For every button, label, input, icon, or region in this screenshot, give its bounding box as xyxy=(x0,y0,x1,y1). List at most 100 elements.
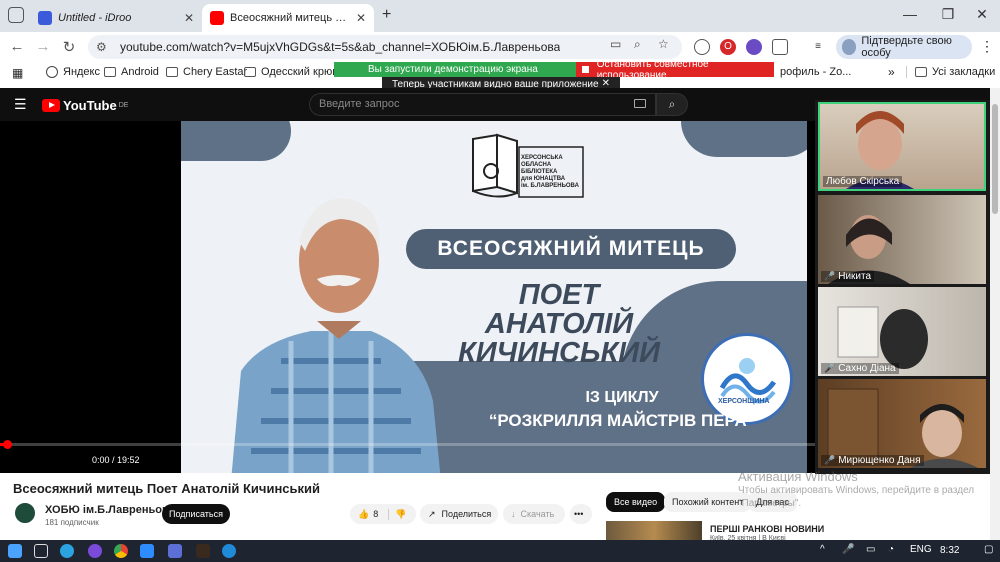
telegram-icon[interactable] xyxy=(60,544,74,558)
participant-name-text: Любов Скірська xyxy=(826,176,900,187)
start-icon[interactable] xyxy=(8,544,22,558)
progress-bar[interactable] xyxy=(0,443,815,446)
muted-mic-icon: 🎤 xyxy=(824,271,836,281)
tray-chevron-icon[interactable]: ^ xyxy=(820,544,825,555)
participant-tile[interactable]: 🎤 Мирющенко Даня xyxy=(818,379,986,468)
recommended-title: ПЕРШІ РАНКОВІ НОВИНИ xyxy=(710,524,825,534)
apps-grid-icon[interactable]: ▦ xyxy=(12,66,23,80)
close-tab-icon[interactable]: ✕ xyxy=(356,11,366,25)
reload-icon[interactable]: ↻ xyxy=(60,38,78,56)
new-tab-button[interactable]: + xyxy=(382,6,391,24)
download-icon: ↓ xyxy=(511,509,516,519)
media-queue-icon[interactable]: ≡ xyxy=(810,39,826,55)
bookmark-label: Android xyxy=(121,66,159,78)
poet-photo xyxy=(231,198,441,473)
extensions-puzzle-icon[interactable] xyxy=(772,39,788,55)
subscribe-button[interactable]: Подписаться xyxy=(162,504,230,524)
folder-icon xyxy=(915,67,927,77)
microphone-icon[interactable]: 🎤 xyxy=(842,544,854,555)
tab-idroo[interactable]: Untitled - iDroo ✕ xyxy=(30,4,202,32)
site-info-icon[interactable]: ⚙ xyxy=(96,40,110,54)
video-thumbnail[interactable] xyxy=(606,521,702,540)
forward-icon[interactable]: → xyxy=(34,38,52,55)
globe-icon[interactable] xyxy=(694,39,710,55)
participant-name-text: Сахно Діана xyxy=(838,363,896,374)
zoom-icon[interactable]: ⌕ xyxy=(634,37,641,52)
app-icon[interactable] xyxy=(168,544,182,558)
more-actions-button[interactable]: ••• xyxy=(570,504,592,524)
stop-icon xyxy=(582,66,589,73)
sharing-status[interactable]: Вы запустили демонстрацию экрана xyxy=(334,62,576,77)
battery-icon[interactable]: ▭ xyxy=(866,544,875,555)
download-button[interactable]: ↓ Скачать xyxy=(503,504,565,524)
download-label: Скачать xyxy=(520,509,555,519)
decor-shape xyxy=(181,121,291,161)
network-icon[interactable]: ◔ xyxy=(888,544,894,555)
tab-search-icon[interactable] xyxy=(8,7,24,23)
bookmark-yandex[interactable]: Яндекс xyxy=(46,66,100,78)
like-dislike-group: 👍 8 👎 xyxy=(350,504,416,524)
logo-region: DE xyxy=(118,102,129,109)
close-window-button[interactable]: ✕ xyxy=(962,6,1000,23)
library-line: БІБЛІОТЕКА xyxy=(521,169,558,175)
notification-icon[interactable]: ▢ xyxy=(984,544,993,555)
minimize-button[interactable]: — xyxy=(890,6,930,22)
recommended-video[interactable]: ПЕРШІ РАНКОВІ НОВИНИ Київ, 25 квітня | В… xyxy=(606,521,986,542)
participant-tile[interactable]: 🎤 Никита xyxy=(818,195,986,284)
tab-strip: Untitled - iDroo ✕ Всеосяжний митець Пое… xyxy=(0,0,1000,32)
cast-icon[interactable]: ▭ xyxy=(610,37,621,51)
search-button[interactable]: ⌕ xyxy=(656,93,688,116)
edge-icon[interactable] xyxy=(222,544,236,558)
bookmark-star-icon[interactable]: ☆ xyxy=(658,37,669,51)
zoom-participants-panel: Любов Скірська 🎤 Никита 🎤 Сахно Діана 🎤 Мир… xyxy=(815,100,990,474)
stop-sharing-button[interactable]: Остановить совместное использование xyxy=(576,59,774,81)
app-icon[interactable] xyxy=(196,544,210,558)
all-bookmarks[interactable]: Усі закладки xyxy=(906,66,995,78)
extension-icon[interactable] xyxy=(746,39,762,55)
hamburger-menu-icon[interactable]: ☰ xyxy=(14,96,27,113)
language-indicator[interactable]: ENG xyxy=(910,544,932,555)
back-icon[interactable]: ← xyxy=(8,38,26,55)
zoom-app-icon[interactable] xyxy=(140,544,154,558)
scroll-thumb[interactable] xyxy=(992,104,998,214)
participant-tile[interactable]: 🎤 Сахно Діана xyxy=(818,287,986,376)
profile-button[interactable]: Підтвердьте свою особу xyxy=(836,35,972,59)
viber-icon[interactable] xyxy=(88,544,102,558)
chip-all-videos[interactable]: Все видео xyxy=(606,492,666,512)
tab-youtube[interactable]: Всеосяжний митець Поет Анатолій Кичинськ… xyxy=(202,4,374,32)
close-tab-icon[interactable]: ✕ xyxy=(184,11,194,25)
task-view-icon[interactable] xyxy=(34,544,48,558)
bookmark-android[interactable]: Android xyxy=(104,66,159,78)
like-icon[interactable]: 👍 xyxy=(358,509,369,520)
browser-menu-icon[interactable]: ⋮ xyxy=(980,38,994,55)
channel-avatar[interactable] xyxy=(13,501,37,525)
bookmark-crewing[interactable]: Одесский крюинг xyxy=(244,66,348,78)
video-player[interactable]: ХЕРСОНСЬКА ОБЛАСНА БІБЛІОТЕКА для ЮНАЦТВ… xyxy=(0,121,815,473)
share-icon: ↗ xyxy=(428,508,436,519)
library-line: ОБЛАСНА xyxy=(521,162,552,168)
folder-icon xyxy=(244,67,256,77)
bookmark-profile[interactable]: рофиль - Zo... xyxy=(780,66,851,78)
opera-icon[interactable]: O xyxy=(720,39,736,55)
participant-name: 🎤 Мирющенко Даня xyxy=(821,455,924,466)
bookmark-label: Усі закладки xyxy=(932,66,996,78)
progress-scrubber[interactable] xyxy=(3,440,12,449)
more-bookmarks-button[interactable]: » xyxy=(888,65,895,79)
library-line: для ЮНАЦТВА xyxy=(521,176,566,182)
chrome-icon[interactable] xyxy=(114,544,128,558)
youtube-logo[interactable]: YouTube DE xyxy=(42,98,128,113)
dislike-icon[interactable]: 👎 xyxy=(388,508,406,520)
tab-title: Untitled - iDroo xyxy=(58,12,132,24)
share-button[interactable]: ↗ Поделиться xyxy=(420,504,498,524)
search-input[interactable]: Введите запрос xyxy=(309,93,656,116)
participant-tile[interactable]: Любов Скірська xyxy=(818,102,986,191)
poet-line: АНАТОЛІЙ xyxy=(484,308,634,340)
address-bar[interactable]: ⚙ youtube.com/watch?v=M5ujxVhGDGs&t=5s&a… xyxy=(88,35,682,59)
video-frame: ХЕРСОНСЬКА ОБЛАСНА БІБЛІОТЕКА для ЮНАЦТВ… xyxy=(181,121,807,473)
library-name: ХЕРСОНСЬКА ОБЛАСНА БІБЛІОТЕКА для ЮНАЦТВ… xyxy=(521,155,579,190)
clock[interactable]: 8:32 xyxy=(940,545,959,556)
channel-name[interactable]: ХОБЮ ім.Б.Лавреньова xyxy=(45,504,175,516)
page-scrollbar[interactable] xyxy=(990,88,1000,540)
keyboard-icon[interactable] xyxy=(634,99,646,108)
bookmark-chery[interactable]: Chery Eastar xyxy=(166,66,247,78)
